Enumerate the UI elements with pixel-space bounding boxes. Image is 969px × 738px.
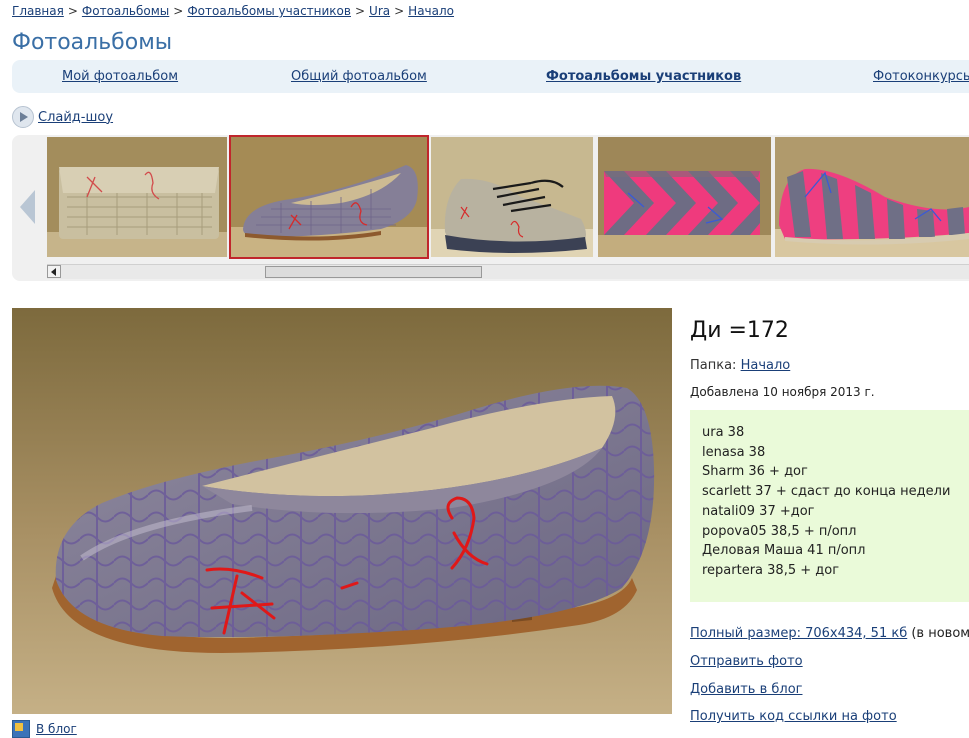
breadcrumb-folder[interactable]: Начало bbox=[408, 4, 454, 18]
description-line: scarlett 37 + сдаст до конца недели bbox=[702, 484, 951, 500]
tab-common-album[interactable]: Общий фотоальбом bbox=[291, 69, 427, 84]
folder-label: Папка: bbox=[690, 358, 737, 373]
slideshow-link[interactable]: Слайд-шоу bbox=[12, 106, 113, 128]
get-link-code-link[interactable]: Получить код ссылки на фото bbox=[690, 709, 897, 724]
breadcrumb-separator: > bbox=[354, 4, 366, 18]
page-title: Фотоальбомы bbox=[12, 30, 173, 55]
breadcrumb-separator: > bbox=[394, 4, 405, 18]
album-tabs: Мой фотоальбом Общий фотоальбом Фотоальб… bbox=[12, 60, 969, 93]
full-size-link[interactable]: Полный размер: 706x434, 51 кб bbox=[690, 626, 907, 641]
thumbnail-strip bbox=[12, 135, 969, 281]
description-line: natali09 37 +дог bbox=[702, 503, 815, 519]
breadcrumb-home[interactable]: Главная bbox=[12, 4, 64, 18]
full-size-suffix: (в новом о bbox=[911, 626, 969, 641]
scroll-thumb[interactable] bbox=[265, 266, 482, 278]
to-blog-link[interactable]: В блог bbox=[12, 720, 77, 738]
description-line: ura 38 bbox=[702, 425, 745, 440]
added-date: Добавлена 10 ноября 2013 г. bbox=[690, 385, 875, 399]
photo-info: Ди =172 Папка: Начало Добавлена 10 ноябр… bbox=[690, 318, 969, 724]
thumbnail-2[interactable] bbox=[229, 135, 429, 259]
breadcrumb: Главная > Фотоальбомы > Фотоальбомы участник… bbox=[12, 4, 454, 18]
send-photo-link[interactable]: Отправить фото bbox=[690, 654, 803, 669]
folder-line: Папка: Начало bbox=[690, 358, 790, 373]
tab-photo-contests[interactable]: Фотоконкурсы bbox=[873, 69, 969, 84]
slideshow-label[interactable]: Слайд-шоу bbox=[38, 110, 113, 125]
play-icon bbox=[12, 106, 34, 128]
description-line: Sharm 36 + дог bbox=[702, 464, 808, 480]
folder-link[interactable]: Начало bbox=[741, 358, 791, 373]
scroll-left-icon[interactable] bbox=[47, 265, 61, 278]
add-to-blog-link[interactable]: Добавить в блог bbox=[690, 682, 802, 697]
tab-my-album[interactable]: Мой фотоальбом bbox=[62, 69, 178, 84]
description-line: lenasa 38 bbox=[702, 444, 766, 460]
clutch-croc-thumbnail bbox=[47, 137, 227, 257]
breadcrumb-separator: > bbox=[173, 4, 184, 18]
main-shoe-image bbox=[12, 308, 672, 714]
thumbnail-5[interactable] bbox=[775, 137, 969, 257]
full-size-line: Полный размер: 706x434, 51 кб (в новом о bbox=[690, 626, 969, 641]
breadcrumb-separator: > bbox=[67, 4, 78, 18]
breadcrumb-member-albums[interactable]: Фотоальбомы участников bbox=[187, 4, 351, 18]
description-line: repartera 38,5 + дог bbox=[702, 562, 840, 578]
photo-title: Ди =172 bbox=[690, 318, 789, 343]
thumbnail-1[interactable] bbox=[47, 137, 227, 257]
arrow-left-icon[interactable] bbox=[20, 190, 35, 224]
to-blog-label[interactable]: В блог bbox=[36, 722, 77, 736]
thumbnail-scrollbar[interactable] bbox=[47, 264, 969, 279]
thumbnail-4[interactable] bbox=[598, 137, 771, 257]
tab-member-albums[interactable]: Фотоальбомы участников bbox=[546, 69, 741, 84]
breadcrumb-photoalbums[interactable]: Фотоальбомы bbox=[82, 4, 169, 18]
pink-clutch-thumbnail bbox=[598, 137, 771, 257]
pink-flat-thumbnail bbox=[775, 137, 969, 257]
sneaker-thumbnail bbox=[431, 137, 593, 257]
photo-description: ura 38 lenasa 38 Sharm 36 + дог scarlett… bbox=[690, 410, 969, 602]
main-photo[interactable] bbox=[12, 308, 672, 714]
breadcrumb-user[interactable]: Ura bbox=[369, 4, 390, 18]
thumbnail-3[interactable] bbox=[431, 137, 593, 257]
purple-flat-thumbnail bbox=[231, 137, 427, 257]
description-line: Деловая Маша 41 п/опл bbox=[702, 543, 866, 559]
blog-icon bbox=[12, 720, 30, 738]
description-line: popova05 38,5 + п/опл bbox=[702, 523, 857, 539]
